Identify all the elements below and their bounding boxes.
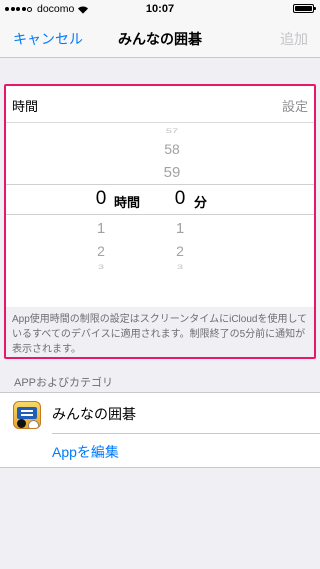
minute-option[interactable]: 1	[160, 220, 200, 237]
go-app-icon	[13, 401, 41, 429]
app-name: みんなの囲碁	[52, 406, 136, 422]
divider	[52, 433, 320, 434]
picker-selection-top-line	[5, 184, 315, 185]
battery-icon	[293, 4, 316, 13]
hour-option[interactable]: 3	[81, 263, 121, 270]
apps-section-header: APPおよびカテゴリ	[14, 377, 114, 389]
screen-time-note: App使用時間の制限の設定はスクリーンタイムにiCloudを使用しているすべての…	[5, 307, 315, 358]
hour-option[interactable]: 58	[152, 141, 192, 157]
edit-apps-button[interactable]: Appを編集	[52, 442, 119, 462]
time-limit-card: 時間 設定 57 58 59 0 時間 1 2 3 0 分 1 2 3 App使…	[5, 85, 315, 358]
apps-group: みんなの囲碁 Appを編集	[0, 392, 320, 468]
minute-option[interactable]: 3	[160, 263, 200, 270]
hour-option[interactable]: 1	[81, 220, 121, 237]
status-time: 10:07	[145, 3, 175, 15]
hour-option[interactable]: 2	[81, 243, 121, 259]
hour-option[interactable]: 59	[152, 164, 192, 181]
time-label: 時間	[12, 99, 39, 114]
page-title: みんなの囲碁	[118, 31, 202, 47]
time-row[interactable]: 時間 設定	[5, 85, 315, 123]
minute-unit-label: 分	[194, 195, 208, 210]
battery-fill	[295, 6, 312, 11]
status-bar: docomo 10:07	[0, 0, 320, 18]
minute-option[interactable]: 2	[160, 243, 200, 259]
hour-unit-label: 時間	[114, 195, 141, 210]
add-button[interactable]: 追加	[280, 29, 308, 49]
time-picker[interactable]: 57 58 59 0 時間 1 2 3 0 分 1 2 3	[5, 122, 315, 307]
picker-selection-bottom-line	[5, 214, 315, 215]
navigation-bar: キャンセル みんなの囲碁 追加	[0, 18, 320, 58]
hour-option[interactable]: 57	[152, 127, 192, 134]
time-value: 設定	[281, 99, 308, 114]
